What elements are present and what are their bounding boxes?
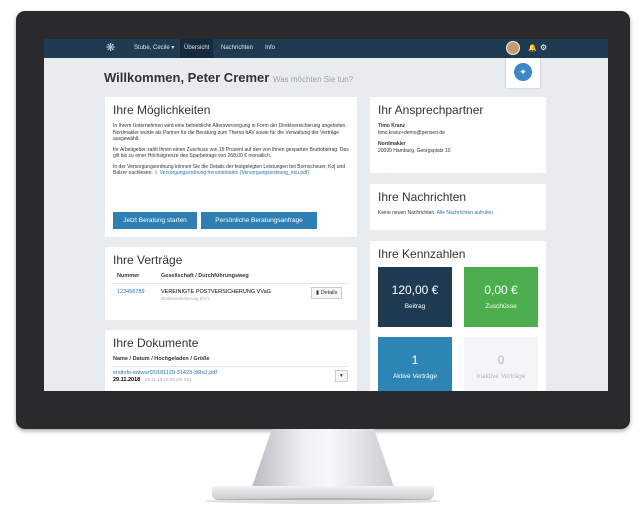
document-meta: 29.11.18 10:03 (60 KB) bbox=[145, 377, 192, 382]
document-link[interactable]: erstinfo-entwurf20181129-31423-36fa1.pdf bbox=[113, 370, 217, 376]
contract-company: VEREINIGTE POSTVERSICHERUNG VVaG bbox=[161, 289, 271, 295]
kpi-label: Inaktive Verträge bbox=[476, 373, 526, 380]
download-icon: ⇩ bbox=[154, 170, 159, 176]
kpi-value: 1 bbox=[411, 353, 419, 367]
bell-icon[interactable]: 🔔 bbox=[528, 44, 537, 52]
chevron-down-icon[interactable]: ▾ bbox=[335, 370, 348, 382]
contract-type: Direktversicherung (DV) bbox=[161, 296, 210, 301]
personal-request-button[interactable]: Persönliche Beratungsanfrage bbox=[201, 212, 317, 229]
messages-card: Ihre Nachrichten Keine neuen Nachrichten… bbox=[370, 184, 546, 230]
contracts-table-header: Nummer Gesellschaft / Durchführungsweg bbox=[113, 273, 349, 283]
col-number: Nummer bbox=[117, 273, 140, 279]
company-logo-icon: ✦ bbox=[514, 63, 532, 81]
documents-card: Ihre Dokumente Name / Datum / Hochgelade… bbox=[105, 330, 357, 391]
kpi-active-contracts: 1 Aktive Verträge bbox=[378, 337, 452, 391]
contact-card: Ihr Ansprechpartner Timo Kranz timo.kran… bbox=[370, 97, 546, 173]
avatar[interactable] bbox=[506, 41, 520, 55]
kpi-contribution: 120,00 € Beitrag bbox=[378, 267, 452, 327]
kpi-value: 0 bbox=[497, 353, 505, 367]
welcome-subtitle: Was möchten Sie tun? bbox=[272, 75, 354, 84]
contact-title: Ihr Ansprechpartner bbox=[378, 103, 484, 117]
kpi-title: Ihre Kennzahlen bbox=[378, 247, 466, 261]
messages-title: Ihre Nachrichten bbox=[378, 190, 467, 204]
versorgungsordnung-link[interactable]: Versorgungsordnung herunterladen (Versor… bbox=[160, 170, 309, 176]
tab-info[interactable]: Info bbox=[261, 39, 279, 58]
page-title: Willkommen, Peter Cremer Was möchten Sie… bbox=[104, 70, 353, 85]
table-row: 123456789 VEREINIGTE POSTVERSICHERUNG VV… bbox=[113, 283, 349, 306]
user-menu[interactable]: Stube, Cecile ▾ bbox=[130, 39, 178, 58]
options-card: Ihre Möglichkeiten In Ihrem Unternehmen … bbox=[105, 97, 357, 237]
kpi-inactive-contracts: 0 Inaktive Verträge bbox=[464, 337, 538, 391]
options-paragraph-1: In Ihrem Unternehmen wird eine betriebli… bbox=[113, 123, 347, 142]
document-icon: ▮ bbox=[316, 290, 320, 296]
kpi-subsidies: 0,00 € Zuschüsse bbox=[464, 267, 538, 327]
details-label: Details bbox=[320, 290, 338, 296]
screen: ❋ Stube, Cecile ▾ Übersicht Nachrichten … bbox=[44, 39, 608, 391]
options-paragraph-2: Ihr Arbeitgeber zahlt Ihnen einen Zuschu… bbox=[113, 146, 349, 160]
options-paragraph-3: In der Versorgungsordnung können Sie die… bbox=[113, 164, 349, 177]
top-navbar: ❋ Stube, Cecile ▾ Übersicht Nachrichten … bbox=[44, 39, 608, 58]
details-button[interactable]: ▮ Details bbox=[311, 287, 343, 299]
tab-overview[interactable]: Übersicht bbox=[180, 39, 214, 58]
monitor-shadow bbox=[205, 498, 441, 504]
messages-text: Keine neuen Nachrichten. bbox=[378, 210, 436, 216]
documents-title: Ihre Dokumente bbox=[113, 336, 199, 350]
all-messages-link[interactable]: Alle Nachrichten aufrufen. bbox=[437, 210, 495, 216]
contracts-card: Ihre Verträge Nummer Gesellschaft / Durc… bbox=[105, 247, 357, 320]
tab-messages[interactable]: Nachrichten bbox=[217, 39, 257, 58]
kpi-value: 120,00 € bbox=[391, 283, 439, 297]
app-logo-icon[interactable]: ❋ bbox=[106, 42, 120, 55]
company-logo: ✦ bbox=[506, 58, 540, 88]
kpi-value: 0,00 € bbox=[484, 283, 518, 297]
documents-table-header: Name / Datum / Hochgeladen / Größe bbox=[113, 356, 210, 362]
start-consultation-button[interactable]: Jetzt Beratung starten bbox=[113, 212, 197, 229]
messages-text-line: Keine neuen Nachrichten. Alle Nachrichte… bbox=[378, 210, 538, 217]
contact-email[interactable]: timo.kranz+demo@penseo.de bbox=[378, 130, 538, 137]
monitor-stand bbox=[252, 429, 394, 487]
contact-address: 20099 Hamburg, Georgsplatz 10 bbox=[378, 147, 451, 154]
options-title: Ihre Möglichkeiten bbox=[113, 103, 211, 117]
contracts-title: Ihre Verträge bbox=[113, 253, 183, 267]
kpi-card: Ihre Kennzahlen 120,00 € Beitrag 0,00 € … bbox=[370, 241, 546, 391]
kpi-label: Zuschüsse bbox=[485, 303, 517, 310]
gear-icon[interactable]: ⚙ bbox=[540, 43, 547, 52]
col-company: Gesellschaft / Durchführungsweg bbox=[161, 273, 249, 279]
kpi-label: Beitrag bbox=[404, 303, 426, 310]
contract-number[interactable]: 123456789 bbox=[117, 289, 145, 295]
list-item: erstinfo-entwurf20181129-31423-36fa1.pdf… bbox=[113, 366, 349, 387]
document-date: 29.11.2018 bbox=[113, 377, 141, 383]
kpi-label: Aktive Verträge bbox=[392, 373, 438, 380]
welcome-title: Willkommen, Peter Cremer bbox=[104, 70, 270, 85]
